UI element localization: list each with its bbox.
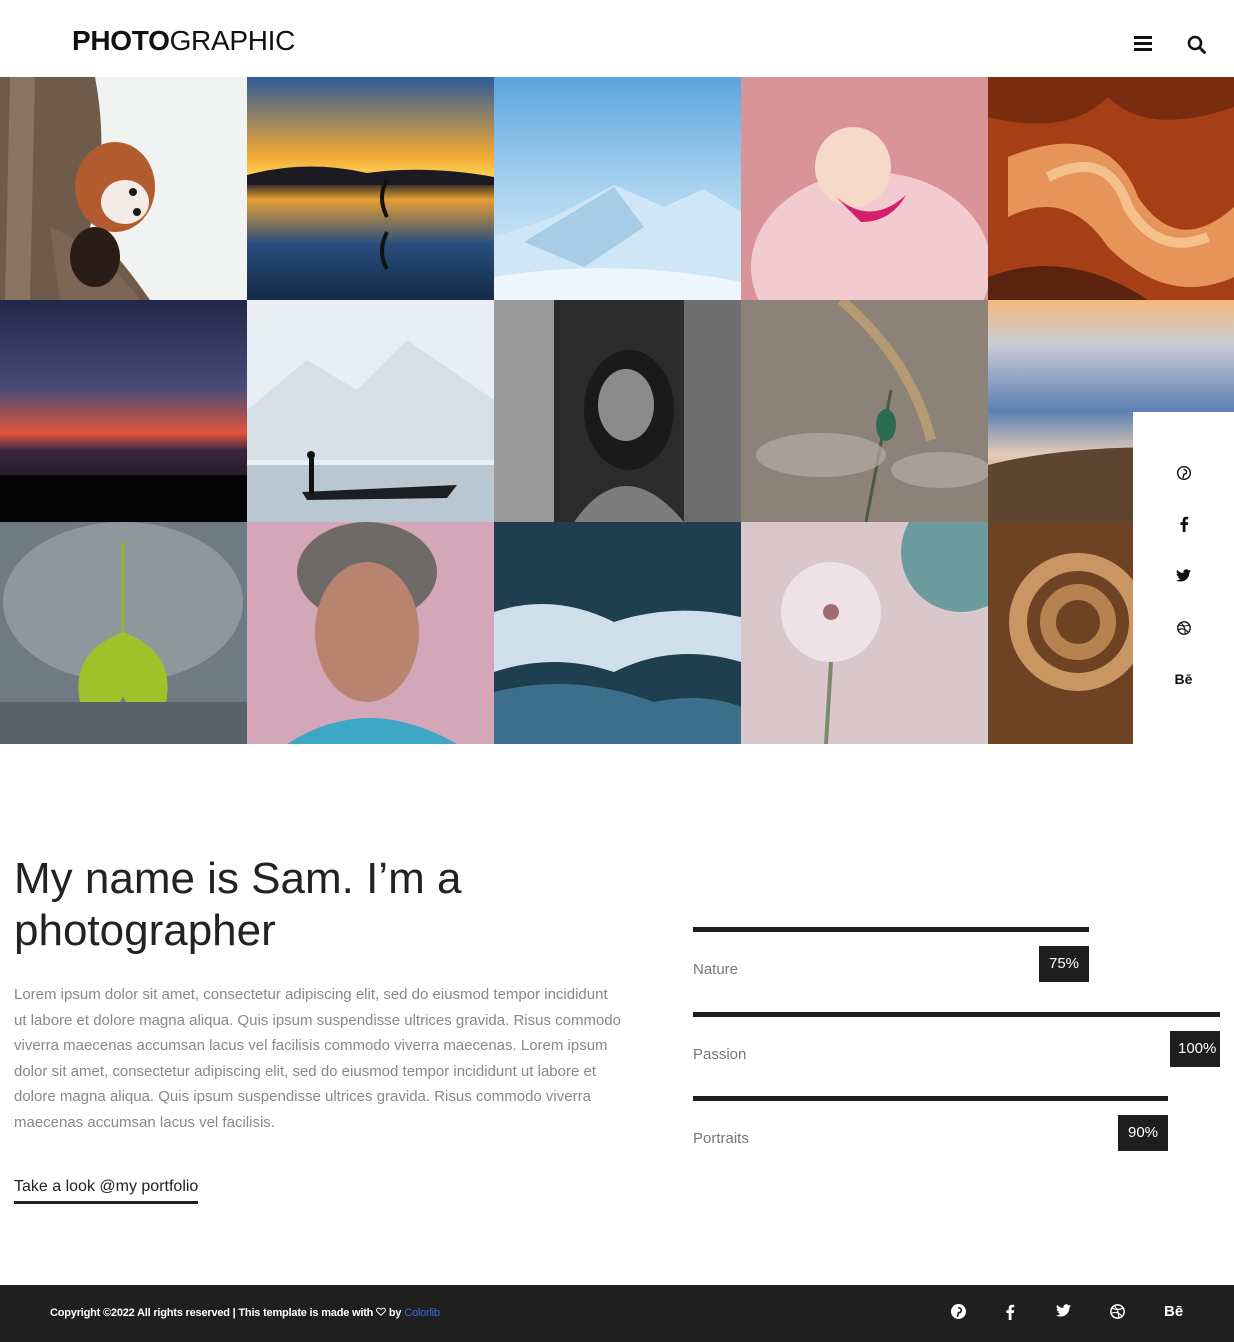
- gallery-photo-elderly-woman[interactable]: [247, 522, 494, 744]
- about-text: Lorem ipsum dolor sit amet, consectetur …: [14, 986, 621, 1131]
- logo-bold-text: PHOTO: [72, 25, 170, 56]
- footer-twitter-icon[interactable]: [1056, 1304, 1071, 1321]
- gallery-photo-girl-bw[interactable]: [494, 300, 741, 522]
- gallery-photo-starry-sky[interactable]: [0, 300, 247, 522]
- gallery-photo-dragonfly[interactable]: [741, 300, 988, 522]
- site-header: PHOTOGRAPHIC: [0, 0, 1234, 77]
- site-footer: Copyright ©2022 All rights reserved | Th…: [0, 1285, 1234, 1342]
- copyright-text: Copyright ©2022 All rights reserved | Th…: [50, 1307, 440, 1319]
- footer-behance-icon[interactable]: Bē: [1164, 1303, 1183, 1320]
- footer-pinterest-icon[interactable]: [951, 1304, 966, 1323]
- skill-label: Passion: [693, 1046, 747, 1063]
- copyright-by: by: [386, 1307, 405, 1319]
- facebook-icon[interactable]: [1133, 516, 1234, 535]
- portfolio-link[interactable]: Take a look @my portfolio: [14, 1178, 199, 1204]
- about-title: My name is Sam. I’m a photographer: [14, 854, 462, 955]
- twitter-icon[interactable]: [1133, 569, 1234, 585]
- gallery-photo-misty-boatman[interactable]: [247, 300, 494, 522]
- heart-icon: [376, 1307, 386, 1319]
- skill-percent-badge: 100%: [1170, 1031, 1220, 1067]
- photo-gallery: [0, 77, 1234, 744]
- skill-label: Nature: [693, 961, 739, 978]
- footer-dribbble-icon[interactable]: [1110, 1304, 1125, 1323]
- gallery-photo-snowy-mountains[interactable]: [494, 77, 741, 300]
- side-social-panel: Bē: [1133, 412, 1234, 744]
- gallery-photo-ocean-waves[interactable]: [494, 522, 741, 744]
- search-icon[interactable]: [1186, 34, 1208, 56]
- dribbble-icon[interactable]: [1133, 621, 1234, 638]
- skill-label: Portraits: [693, 1130, 749, 1147]
- site-logo[interactable]: PHOTOGRAPHIC: [72, 24, 295, 58]
- gallery-photo-flamingo[interactable]: [741, 77, 988, 300]
- gallery-photo-antelope-canyon[interactable]: [988, 77, 1234, 300]
- gallery-photo-pink-flower[interactable]: [741, 522, 988, 744]
- footer-facebook-icon[interactable]: [1005, 1304, 1015, 1324]
- gallery-photo-red-panda[interactable]: [0, 77, 247, 300]
- behance-icon[interactable]: Bē: [1133, 671, 1234, 687]
- hamburger-menu-icon[interactable]: [1134, 36, 1152, 52]
- skill-percent-badge: 90%: [1118, 1115, 1168, 1151]
- skill-bar: [693, 1012, 1220, 1017]
- logo-light-text: GRAPHIC: [169, 25, 296, 56]
- pinterest-icon[interactable]: [1133, 465, 1234, 483]
- skill-bar: [693, 1096, 1168, 1101]
- gallery-photo-ginkgo-buddha[interactable]: [0, 522, 247, 744]
- copyright-prefix: Copyright ©2022 All rights reserved | Th…: [50, 1307, 377, 1319]
- skill-bar: [693, 927, 1089, 932]
- colorlib-link[interactable]: Colorlib: [404, 1307, 440, 1319]
- gallery-photo-sunset-lake[interactable]: [247, 77, 494, 300]
- skill-percent-badge: 75%: [1039, 946, 1089, 982]
